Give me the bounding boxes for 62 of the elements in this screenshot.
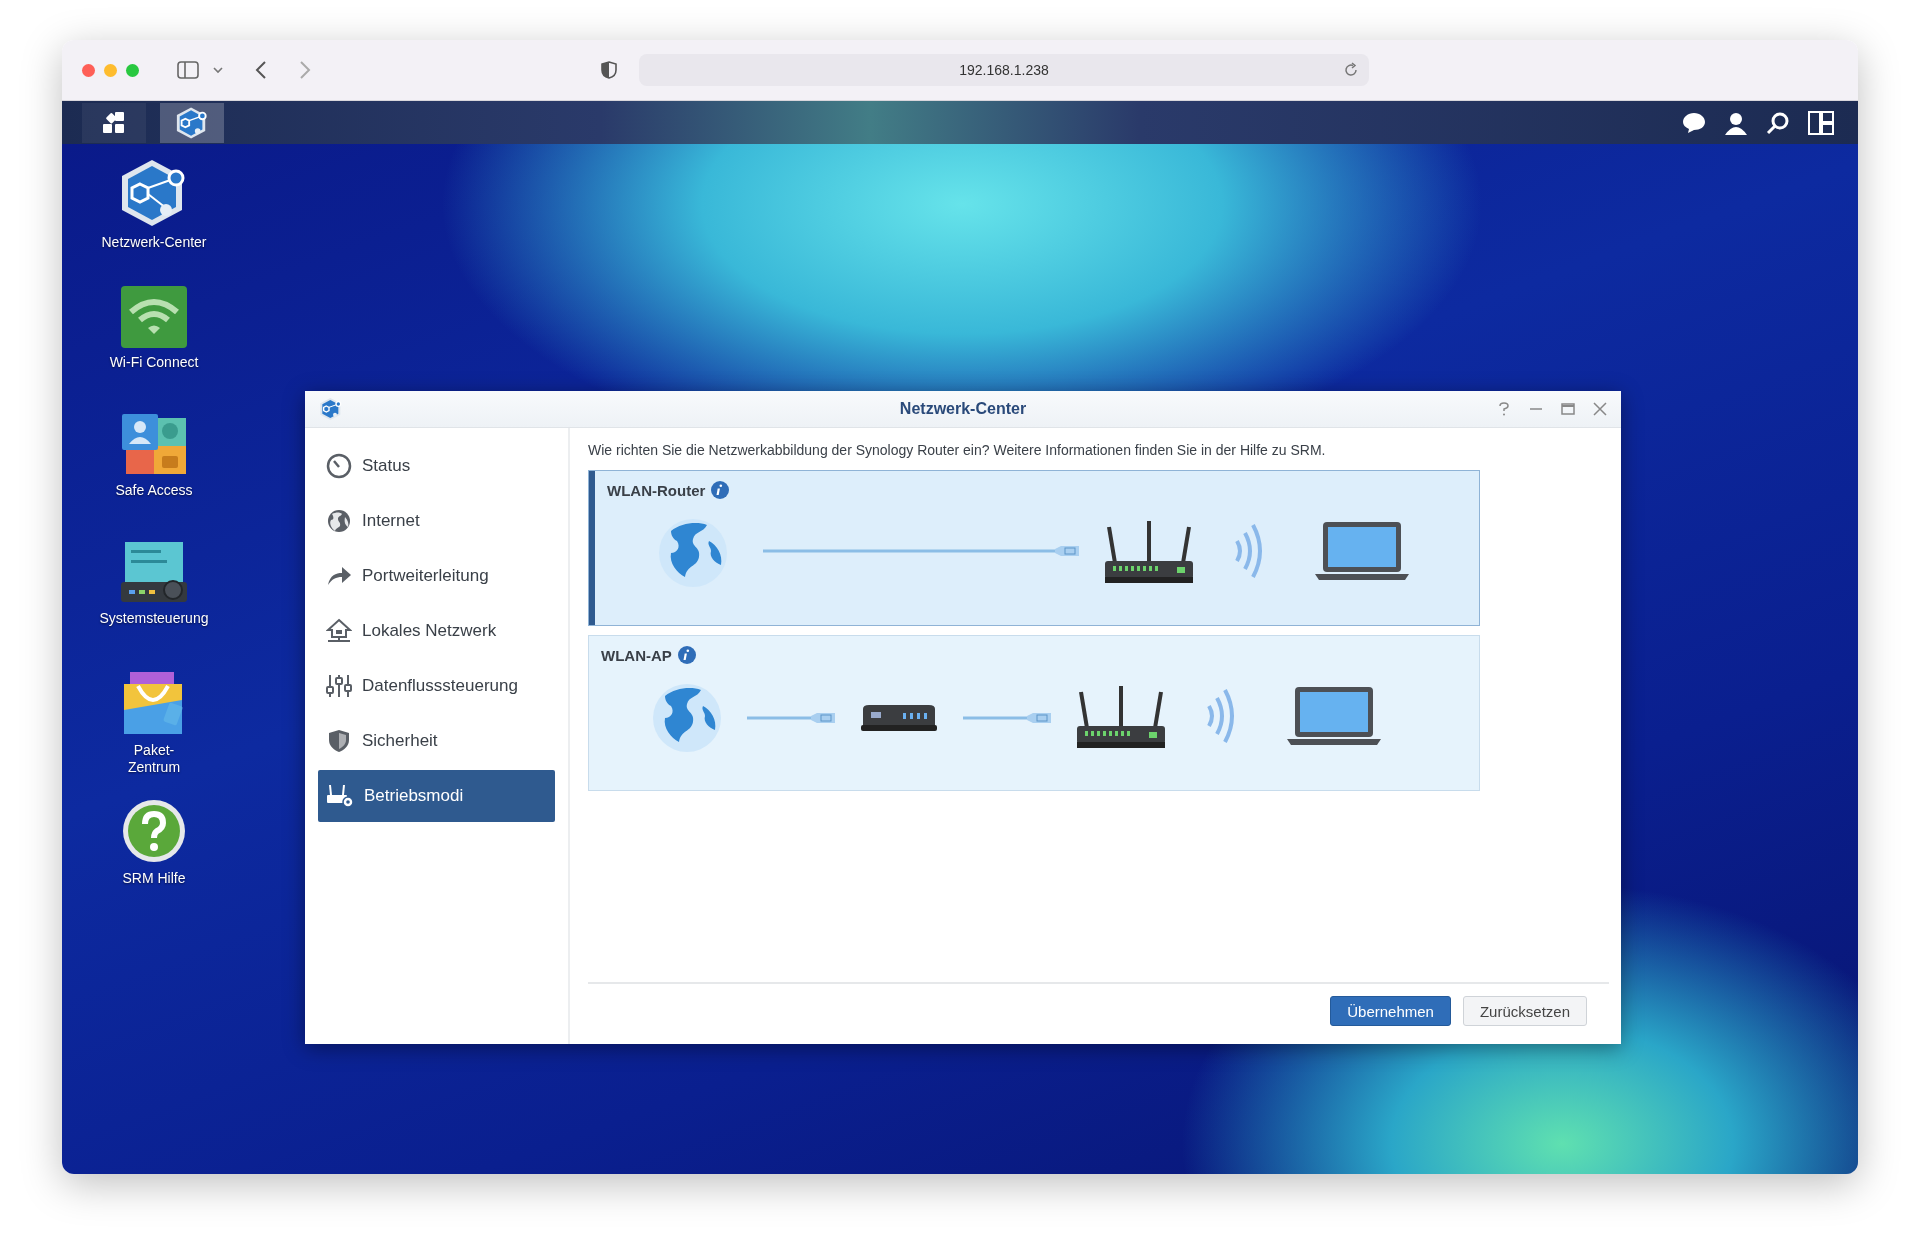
mode-card[interactable]: WLAN-AP xyxy=(588,635,1480,791)
wifi-icon xyxy=(121,286,187,348)
cable-icon xyxy=(963,710,1051,726)
apply-button[interactable]: Übernehmen xyxy=(1330,996,1451,1026)
gauge-icon xyxy=(326,453,352,479)
cable-icon xyxy=(747,710,835,726)
network-hexagon-icon xyxy=(175,105,209,140)
shield-icon xyxy=(326,728,352,754)
intro-text: Wie richten Sie die Netzwerkabbildung der Synology Router ein? Weitere Informationen finden Sie in der Hilfe zu SRM. xyxy=(588,442,1327,458)
router-icon xyxy=(1075,686,1167,750)
control-panel-icon xyxy=(119,542,189,604)
mode-title: WLAN-Router xyxy=(607,481,706,499)
house-network-icon xyxy=(326,618,352,644)
sidebar-item[interactable]: Datenflusssteuerung xyxy=(318,660,555,712)
modem-icon xyxy=(859,703,939,733)
close-window-button[interactable] xyxy=(82,63,95,77)
address-field[interactable]: 192.168.1.238 xyxy=(639,54,1369,86)
grid-icon xyxy=(102,110,126,135)
desktop-icon-label[interactable]: Safe Access xyxy=(115,482,193,499)
sidebar-item[interactable]: Portweiterleitung xyxy=(318,550,555,602)
reset-button[interactable]: Zurücksetzen xyxy=(1462,996,1587,1026)
laptop-icon xyxy=(1315,520,1409,582)
help-icon xyxy=(121,798,187,864)
sidebar-item[interactable]: Sicherheit xyxy=(318,715,555,767)
globe-icon xyxy=(326,508,352,534)
sidebar-item[interactable]: Betriebsmodi xyxy=(318,770,555,822)
sidebar-item[interactable]: Internet xyxy=(318,495,555,547)
desktop-icon-label[interactable]: Systemsteuerung xyxy=(99,610,209,627)
info-icon[interactable] xyxy=(711,481,730,499)
router-gear-icon xyxy=(326,783,354,809)
taskbar-app-button[interactable] xyxy=(160,102,224,143)
desktop-icon-label[interactable]: Paket- Zentrum xyxy=(127,742,181,776)
mode-title: WLAN-AP xyxy=(601,646,672,664)
network-hexagon-icon xyxy=(319,397,343,421)
main-menu-button[interactable] xyxy=(82,102,146,143)
sidebar-item[interactable]: Lokales Netzwerk xyxy=(318,605,555,657)
help-icon[interactable] xyxy=(1497,402,1511,416)
laptop-icon xyxy=(1287,685,1381,747)
globe-icon xyxy=(651,682,723,754)
router-icon xyxy=(1103,521,1195,585)
desktop-icon-label[interactable]: Netzwerk-Center xyxy=(101,234,207,251)
desktop-icon-label[interactable]: Wi-Fi Connect xyxy=(109,354,199,371)
info-icon[interactable] xyxy=(677,646,696,664)
tiles-icon xyxy=(120,414,188,476)
cable-icon xyxy=(763,543,1079,559)
back-icon[interactable] xyxy=(255,61,267,79)
sidebar-item[interactable]: Status xyxy=(318,440,555,492)
chevron-down-icon[interactable] xyxy=(213,66,223,74)
window-title: Netzwerk-Center xyxy=(899,400,1027,417)
sidebar-toggle-icon[interactable] xyxy=(177,61,199,79)
desktop-icon-label[interactable]: SRM Hilfe xyxy=(122,870,186,887)
shield-icon[interactable] xyxy=(601,61,617,79)
close-icon[interactable] xyxy=(1593,402,1607,416)
sliders-icon xyxy=(326,673,352,699)
maximize-icon[interactable] xyxy=(1561,402,1575,416)
globe-icon xyxy=(657,517,729,589)
mode-card[interactable]: WLAN-Router xyxy=(588,470,1480,626)
reload-icon[interactable] xyxy=(1343,62,1359,78)
search-icon[interactable] xyxy=(1766,110,1790,135)
user-icon[interactable] xyxy=(1724,110,1748,135)
widgets-icon[interactable] xyxy=(1808,110,1834,135)
chat-icon[interactable] xyxy=(1682,111,1706,134)
